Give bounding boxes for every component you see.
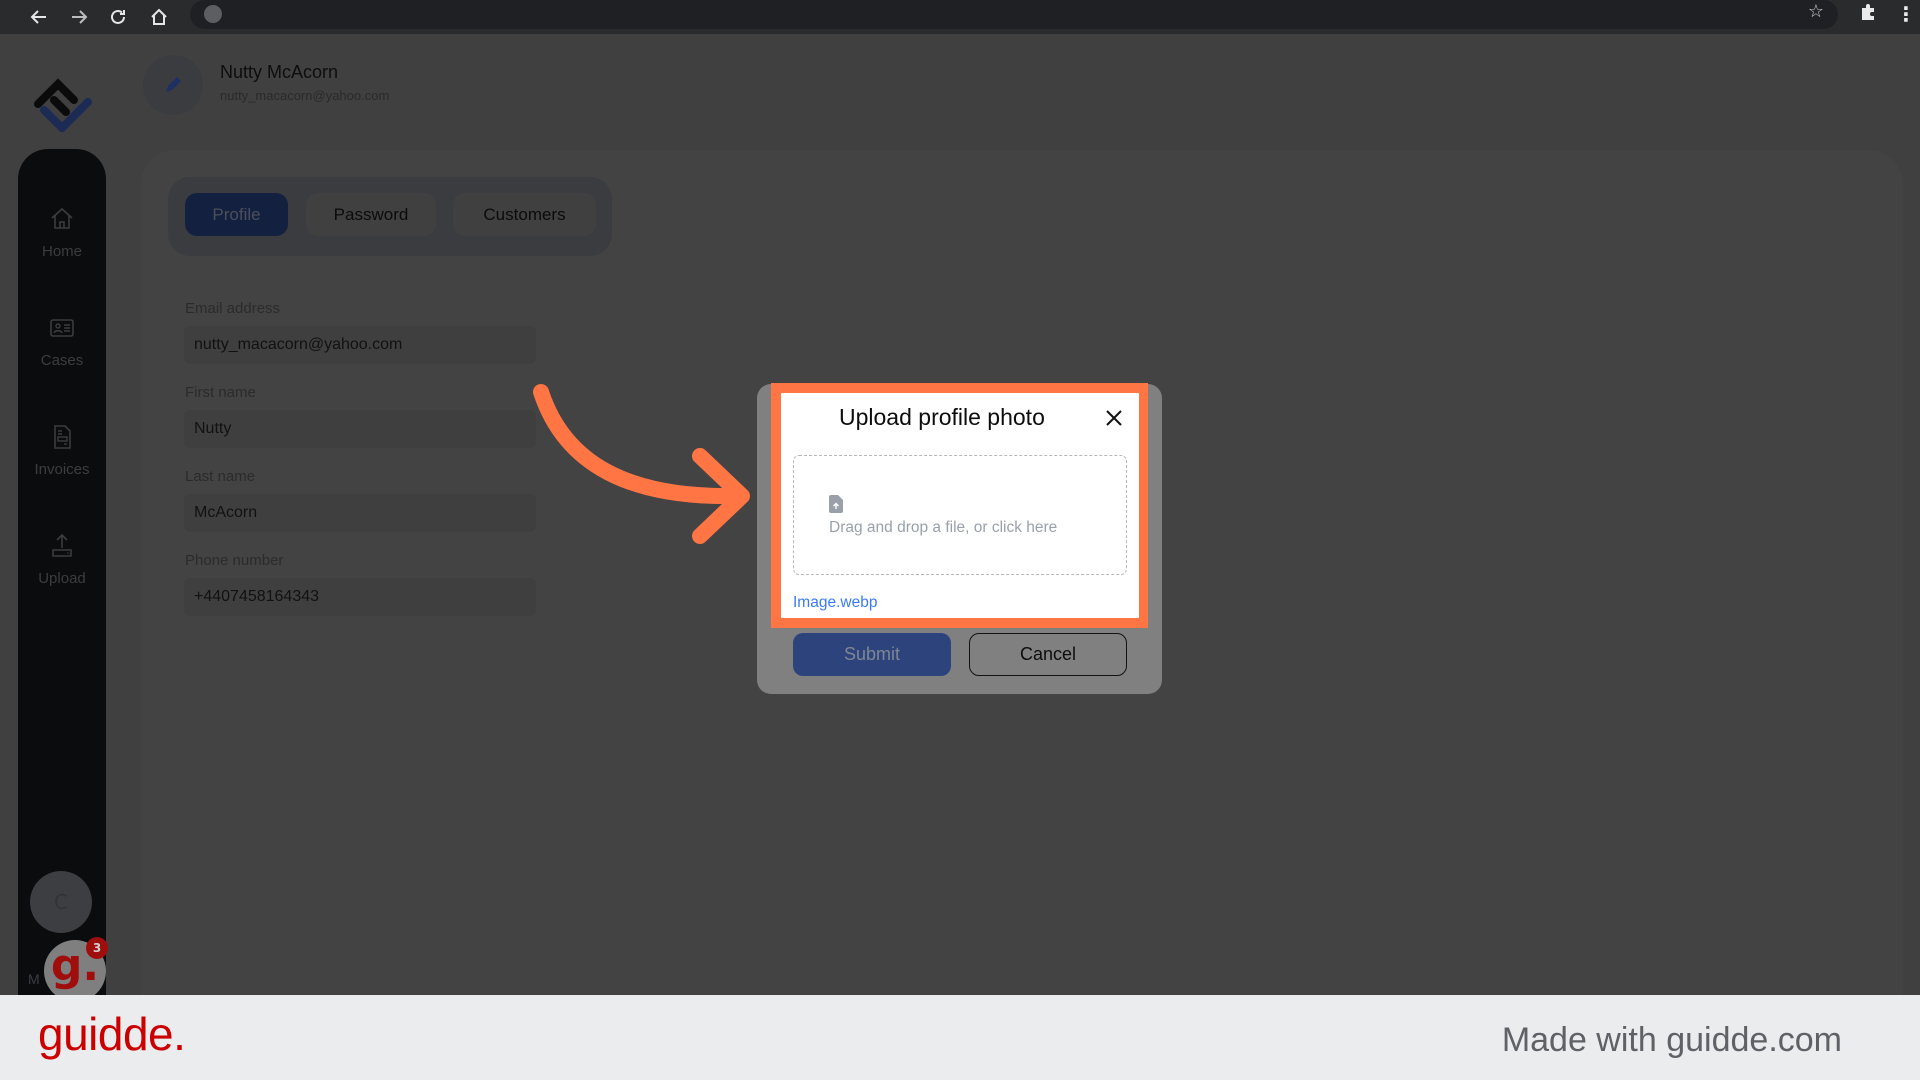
kebab-icon[interactable]: ⋮ <box>1896 2 1916 26</box>
last-name-field[interactable]: McAcorn <box>184 494 536 532</box>
phone-field[interactable]: +4407458164343 <box>184 578 536 616</box>
sidebar-item-label: Home <box>41 243 82 260</box>
invoice-icon <box>54 425 71 449</box>
home-icon <box>151 8 167 25</box>
account-avatar[interactable]: C <box>30 871 92 933</box>
upload-icon <box>52 533 72 557</box>
sidebar-item-cases[interactable]: Cases <box>18 314 106 369</box>
sidebar-item-invoices[interactable]: Invoices <box>18 423 106 478</box>
profile-avatar-edit[interactable] <box>143 55 203 115</box>
account-label: M <box>28 971 40 987</box>
arrow-left-icon <box>30 10 46 24</box>
email-label: Email address <box>185 300 281 317</box>
star-icon[interactable]: ☆ <box>1808 1 1824 22</box>
globe-icon <box>204 5 222 23</box>
dropzone-text: Drag and drop a file, or click here <box>829 519 1058 536</box>
home-button[interactable] <box>144 2 174 32</box>
file-dropzone[interactable]: Drag and drop a file, or click here <box>793 455 1127 575</box>
user-name: Nutty McAcorn <box>220 62 339 82</box>
guidde-footer: guidde. Made with guidde.com <box>0 995 1920 1080</box>
email-field[interactable]: nutty_macacorn@yahoo.com <box>184 326 536 364</box>
profile-tabs: Profile Password Customers <box>168 177 612 256</box>
arrow-right-icon <box>72 10 88 24</box>
submit-button[interactable]: Submit <box>793 633 951 676</box>
close-icon <box>1106 410 1122 426</box>
tab-customers[interactable]: Customers <box>453 193 596 236</box>
forward-button[interactable] <box>64 2 94 32</box>
pencil-icon <box>166 77 181 92</box>
sidebar-item-home[interactable]: Home <box>18 205 106 260</box>
sidebar-item-upload[interactable]: Upload <box>18 532 106 587</box>
selected-file-link[interactable]: Image.webp <box>793 594 877 612</box>
phone-label: Phone number <box>185 552 284 569</box>
guidde-logo: guidde. <box>38 1008 186 1060</box>
sidebar-item-label: Upload <box>38 570 86 587</box>
address-bar[interactable]: ☆ <box>190 0 1838 29</box>
cancel-button[interactable]: Cancel <box>969 633 1127 676</box>
last-name-label: Last name <box>185 468 256 485</box>
app-logo <box>34 78 92 132</box>
annotation-arrow <box>533 384 750 544</box>
file-upload-icon <box>829 495 843 513</box>
notification-badge: 3 <box>86 937 108 959</box>
first-name-field[interactable]: Nutty <box>184 410 536 448</box>
modal-title: Upload profile photo <box>839 404 1045 430</box>
first-name-label: First name <box>185 384 256 401</box>
user-email: nutty_macacorn@yahoo.com <box>220 88 390 103</box>
puzzle-icon[interactable] <box>1858 2 1878 27</box>
home-icon <box>51 207 73 229</box>
id-card-icon <box>50 319 74 337</box>
back-button[interactable] <box>24 2 54 32</box>
reload-icon <box>111 9 125 24</box>
made-with-text: Made with guidde.com <box>1501 1021 1842 1059</box>
sidebar-item-label: Cases <box>40 352 84 369</box>
sidebar-item-label: Invoices <box>34 461 90 478</box>
reload-button[interactable] <box>103 2 133 32</box>
sidebar: Home Cases Invoices Upload C M <box>18 149 106 1009</box>
close-button[interactable] <box>1100 404 1128 432</box>
tab-profile[interactable]: Profile <box>185 193 288 236</box>
tab-password[interactable]: Password <box>306 193 436 236</box>
browser-toolbar: ☆ ⋮ <box>0 0 1920 34</box>
